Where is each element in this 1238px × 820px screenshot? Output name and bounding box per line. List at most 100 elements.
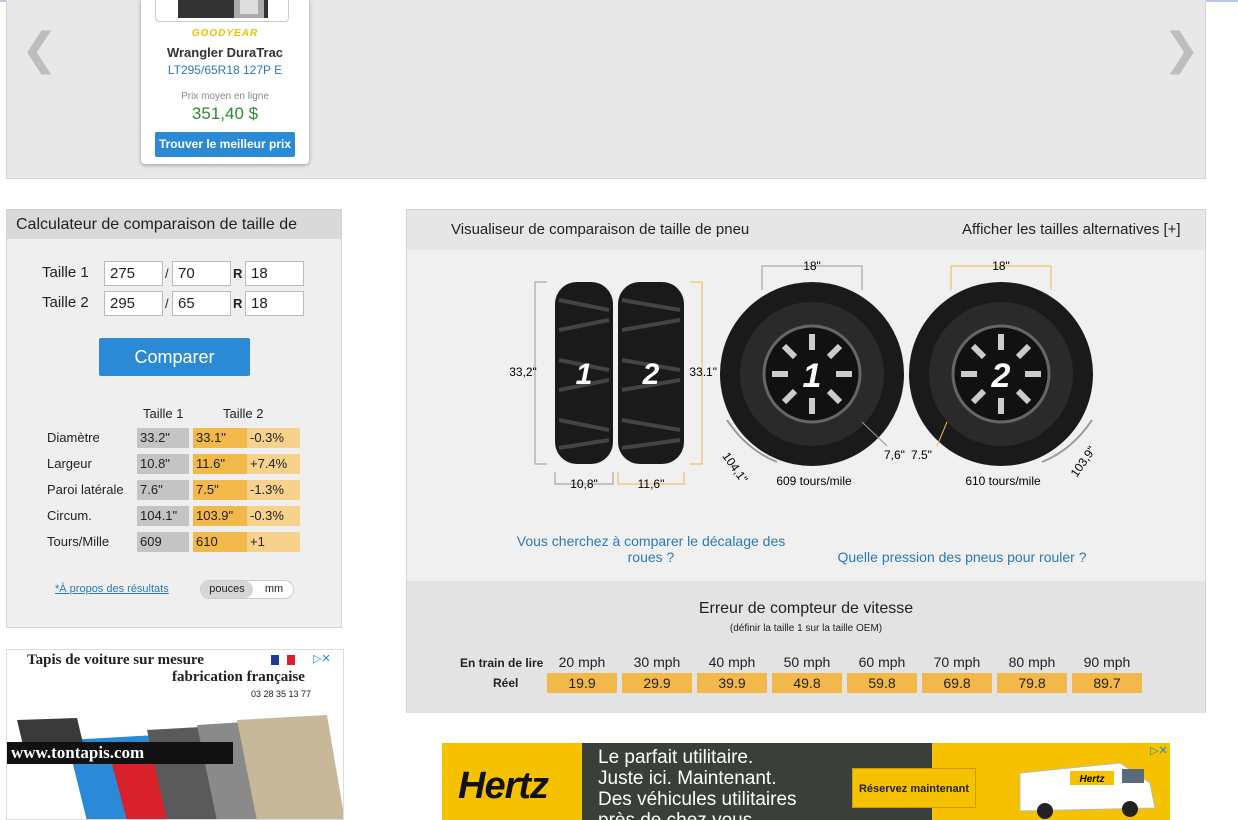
circum1-label: 104,1" xyxy=(719,450,750,486)
actual-speed: 49.8 xyxy=(772,673,842,693)
size1-ratio-input[interactable] xyxy=(172,261,231,286)
speed-reading: 40 mph xyxy=(708,654,756,670)
row-name: Circum. xyxy=(47,508,92,523)
hertz-logo: Hertz xyxy=(458,765,549,807)
tire-size-link[interactable]: LT295/65R18 127P E xyxy=(141,63,309,77)
diameter1-label: 33,2" xyxy=(509,365,537,379)
speed-reading: 20 mph xyxy=(558,654,606,670)
chevron-right-icon[interactable]: ❯ xyxy=(1163,28,1200,72)
tire1-tread-view: 1 xyxy=(555,282,613,464)
about-results-link[interactable]: *À propos des résultats xyxy=(55,583,169,595)
diff-value: -1.3% xyxy=(247,480,300,500)
rim1-label: 18" xyxy=(803,259,821,273)
size1-value: 7.6" xyxy=(137,480,189,500)
size1-label: Taille 1 xyxy=(42,264,89,281)
alternative-sizes-link[interactable]: Afficher les tailles alternatives [+] xyxy=(962,221,1181,238)
diff-value: +1 xyxy=(247,532,300,552)
tire2-number: 2 xyxy=(642,358,660,391)
speedometer-subtitle: (définir la taille 1 sur la taille OEM) xyxy=(729,623,883,634)
size2-value: 11.6" xyxy=(193,454,247,474)
width1-label: 10,8" xyxy=(570,477,598,491)
result-row: Circum. 104.1" 103.9" -0.3% xyxy=(7,506,341,526)
brand-logo: GOODYEAR xyxy=(191,28,259,39)
ad-message: Le parfait utilitaire. Juste ici. Mainte… xyxy=(598,747,797,820)
speedometer-error-panel: Erreur de compteur de vitesse (définir l… xyxy=(407,581,1205,713)
unit-mm-option[interactable]: mm xyxy=(259,581,289,598)
size1-width-input[interactable] xyxy=(104,261,163,286)
size-visualizer: Visualiseur de comparaison de taille de … xyxy=(406,209,1206,713)
actual-speed: 29.9 xyxy=(622,673,692,693)
tire1-front-number: 1 xyxy=(803,357,822,395)
result-row: Tours/Mille 609 610 +1 xyxy=(7,532,341,552)
tire2-front-view: 2 xyxy=(909,282,1093,466)
ad-subheadline: fabrication française xyxy=(172,669,305,685)
tire-model: Wrangler DuraTrac xyxy=(166,45,284,60)
separator: / xyxy=(165,296,169,311)
ad-line: Le parfait utilitaire. xyxy=(598,747,754,768)
reading-label: En train de lire xyxy=(460,656,544,670)
size2-rim-input[interactable] xyxy=(245,291,304,316)
pressure-question-link[interactable]: Quelle pression des pneus pour rouler ? xyxy=(827,549,1097,565)
calculator-title: Calculateur de comparaison de taille de xyxy=(7,210,341,239)
find-best-price-button[interactable]: Trouver le meilleur prix xyxy=(155,132,295,157)
actual-speed: 59.8 xyxy=(847,673,917,693)
size2-ratio-input[interactable] xyxy=(172,291,231,316)
speed-reading: 50 mph xyxy=(783,654,831,670)
tire-product-card[interactable]: GOODYEAR Wrangler DuraTrac LT295/65R18 1… xyxy=(141,0,309,164)
size2-value: 610 xyxy=(193,532,247,552)
tire-image xyxy=(155,0,289,22)
revs2-label: 610 tours/mile xyxy=(965,474,1041,488)
result-row: Paroi latérale 7.6" 7.5" -1.3% xyxy=(7,480,341,500)
flag-icon xyxy=(271,655,295,665)
van-image: Hertz xyxy=(1019,762,1156,819)
diff-value: -0.3% xyxy=(247,428,300,448)
price-value: 351,40 $ xyxy=(191,104,259,123)
size-calculator: Calculateur de comparaison de taille de … xyxy=(6,209,342,628)
size2-label: Taille 2 xyxy=(42,294,89,311)
tire2-tread-view: 2 xyxy=(618,282,684,464)
separator: / xyxy=(165,266,169,281)
offset-question-link[interactable]: Vous cherchez à comparer le décalage des… xyxy=(511,533,791,565)
rim-label: R xyxy=(233,266,243,281)
width2-label: 11,6" xyxy=(638,477,665,491)
diff-value: +7.4% xyxy=(247,454,300,474)
actual-speed: 19.9 xyxy=(547,673,617,693)
actual-label: Réel xyxy=(493,676,519,690)
unit-toggle[interactable]: pouces mm xyxy=(200,580,294,599)
tire-diagram: 1 2 33,2" 33.1" 10,8" 11,6" 1 18" 7,6" 1… xyxy=(509,259,1099,491)
ad-line: Des véhicules utilitaires xyxy=(598,789,797,810)
ad-url: www.tontapis.com xyxy=(7,742,233,764)
sidewall2-label: 7.5" xyxy=(911,448,932,462)
size1-rim-input[interactable] xyxy=(245,261,304,286)
actual-speed: 39.9 xyxy=(697,673,767,693)
carpet-ad[interactable]: Tapis de voiture sur mesure fabrication … xyxy=(6,649,344,820)
speed-reading: 60 mph xyxy=(858,654,906,670)
size2-width-input[interactable] xyxy=(104,291,163,316)
diff-value: -0.3% xyxy=(247,506,300,526)
sidewall1-label: 7,6" xyxy=(884,448,905,462)
size1-value: 33.2" xyxy=(137,428,189,448)
size1-value: 10.8" xyxy=(137,454,189,474)
tire-carousel: ❮ ❯ GOODYEAR Wrangler DuraTrac LT295/65R… xyxy=(6,0,1206,179)
result-row: Largeur 10.8" 11.6" +7.4% xyxy=(7,454,341,474)
ad-line: près de chez vous xyxy=(598,810,797,820)
hertz-ad[interactable]: Hertz Le parfait utilitaire. Juste ici. … xyxy=(442,743,1170,820)
ad-line: Juste ici. Maintenant. xyxy=(598,768,777,789)
chevron-left-icon[interactable]: ❮ xyxy=(21,28,58,72)
col-size2-header: Taille 2 xyxy=(223,406,264,421)
actual-speed: 69.8 xyxy=(922,673,992,693)
row-name: Tours/Mille xyxy=(47,534,110,549)
speedometer-title: Erreur de compteur de vitesse xyxy=(698,600,914,617)
size2-value: 7.5" xyxy=(193,480,247,500)
ad-choices-icon[interactable]: ▷✕ xyxy=(1150,744,1168,757)
rim-label: R xyxy=(233,296,243,311)
ad-phone: 03 28 35 13 77 xyxy=(251,689,312,699)
col-size1-header: Taille 1 xyxy=(143,406,184,421)
ad-choices-icon[interactable]: ▷✕ xyxy=(313,652,331,665)
visualizer-header: Visualiseur de comparaison de taille de … xyxy=(407,210,1205,250)
circum2-label: 103,9" xyxy=(1068,444,1099,480)
reserve-now-button[interactable]: Réservez maintenant xyxy=(852,768,976,808)
row-name: Diamètre xyxy=(47,430,100,445)
compare-button[interactable]: Comparer xyxy=(99,338,250,376)
unit-inches-option[interactable]: pouces xyxy=(201,581,253,598)
